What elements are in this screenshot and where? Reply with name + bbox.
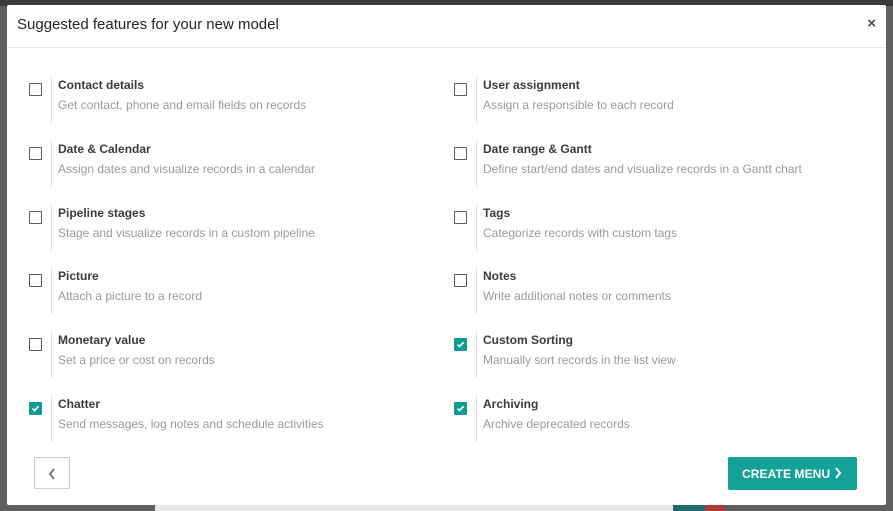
feature-divider — [476, 77, 477, 123]
feature-divider — [476, 205, 477, 251]
feature-divider — [476, 141, 477, 187]
feature-divider — [476, 332, 477, 378]
feature-description: Categorize records with custom tags — [483, 226, 678, 240]
feature-description: Send messages, log notes and schedule ac… — [58, 417, 324, 431]
feature-title: Date & Calendar — [58, 142, 151, 156]
chevron-left-icon — [48, 468, 55, 480]
feature-item[interactable]: User assignment Assign a responsible to e… — [454, 77, 854, 123]
feature-checkbox[interactable] — [454, 83, 467, 96]
feature-divider — [51, 205, 52, 251]
feature-item[interactable]: Tags Categorize records with custom tags — [454, 205, 854, 251]
feature-title: Notes — [483, 269, 517, 283]
feature-checkbox[interactable] — [454, 211, 467, 224]
back-button[interactable] — [34, 457, 70, 489]
feature-checkbox[interactable] — [29, 402, 42, 415]
feature-description: Assign a responsible to each record — [483, 98, 674, 112]
close-button[interactable]: × — [867, 15, 876, 32]
feature-checkbox[interactable] — [29, 83, 42, 96]
feature-title: Archiving — [483, 397, 539, 411]
checkmark-icon — [456, 405, 465, 412]
feature-description: Set a price or cost on records — [58, 353, 215, 367]
feature-description: Stage and visualize records in a custom … — [58, 226, 315, 240]
feature-item[interactable]: Date range & Gantt Define start/end dates… — [454, 141, 854, 187]
dialog-header: Suggested features for your new model × — [7, 5, 886, 48]
feature-checkbox[interactable] — [29, 147, 42, 160]
feature-description: Write additional notes or comments — [483, 289, 671, 303]
feature-title: Picture — [58, 269, 99, 283]
feature-description: Assign dates and visualize records in a … — [58, 162, 315, 176]
feature-divider — [51, 268, 52, 314]
feature-title: Contact details — [58, 78, 145, 92]
feature-title: Pipeline stages — [58, 206, 146, 220]
feature-divider — [51, 77, 52, 123]
checkmark-icon — [31, 405, 40, 412]
feature-checkbox[interactable] — [454, 402, 467, 415]
create-menu-button[interactable]: CREATE MENU — [728, 457, 857, 490]
feature-item[interactable]: Contact details Get contact, phone and em… — [29, 77, 429, 123]
feature-item[interactable]: Monetary value Set a price or cost on rec… — [29, 332, 429, 378]
feature-item[interactable]: Custom Sorting Manually sort records in t… — [454, 332, 854, 378]
feature-item[interactable]: Pipeline stages Stage and visualize recor… — [29, 205, 429, 251]
feature-description: Archive deprecated records — [483, 417, 630, 431]
feature-item[interactable]: Picture Attach a picture to a record — [29, 268, 429, 314]
feature-item[interactable]: Archiving Archive deprecated records — [454, 396, 854, 442]
feature-checkbox[interactable] — [29, 338, 42, 351]
feature-divider — [476, 396, 477, 442]
feature-checkbox[interactable] — [454, 274, 467, 287]
feature-item[interactable]: Notes Write additional notes or comments — [454, 268, 854, 314]
feature-title: Date range & Gantt — [483, 142, 592, 156]
feature-checkbox[interactable] — [29, 211, 42, 224]
feature-checkbox[interactable] — [454, 147, 467, 160]
feature-title: Custom Sorting — [483, 333, 573, 347]
feature-checkbox[interactable] — [29, 274, 42, 287]
feature-description: Attach a picture to a record — [58, 289, 203, 303]
background-buttons — [673, 505, 725, 511]
dialog-title: Suggested features for your new model — [17, 16, 279, 33]
background-app-footer — [155, 505, 725, 511]
feature-description: Manually sort records in the list view — [483, 353, 676, 367]
feature-title: Chatter — [58, 397, 101, 411]
create-menu-label: CREATE MENU — [742, 467, 831, 481]
feature-checkbox[interactable] — [454, 338, 467, 351]
feature-item[interactable]: Chatter Send messages, log notes and sche… — [29, 396, 429, 442]
feature-title: User assignment — [483, 78, 580, 92]
feature-description: Get contact, phone and email fields on r… — [58, 98, 307, 112]
feature-divider — [476, 268, 477, 314]
feature-item[interactable]: Date & Calendar Assign dates and visualiz… — [29, 141, 429, 187]
chevron-right-icon — [835, 467, 842, 479]
suggested-features-dialog: Suggested features for your new model × … — [7, 5, 886, 505]
feature-divider — [51, 141, 52, 187]
feature-description: Define start/end dates and visualize rec… — [483, 162, 802, 176]
checkmark-icon — [456, 341, 465, 348]
feature-title: Monetary value — [58, 333, 146, 347]
feature-divider — [51, 332, 52, 378]
feature-divider — [51, 396, 52, 442]
feature-title: Tags — [483, 206, 511, 220]
